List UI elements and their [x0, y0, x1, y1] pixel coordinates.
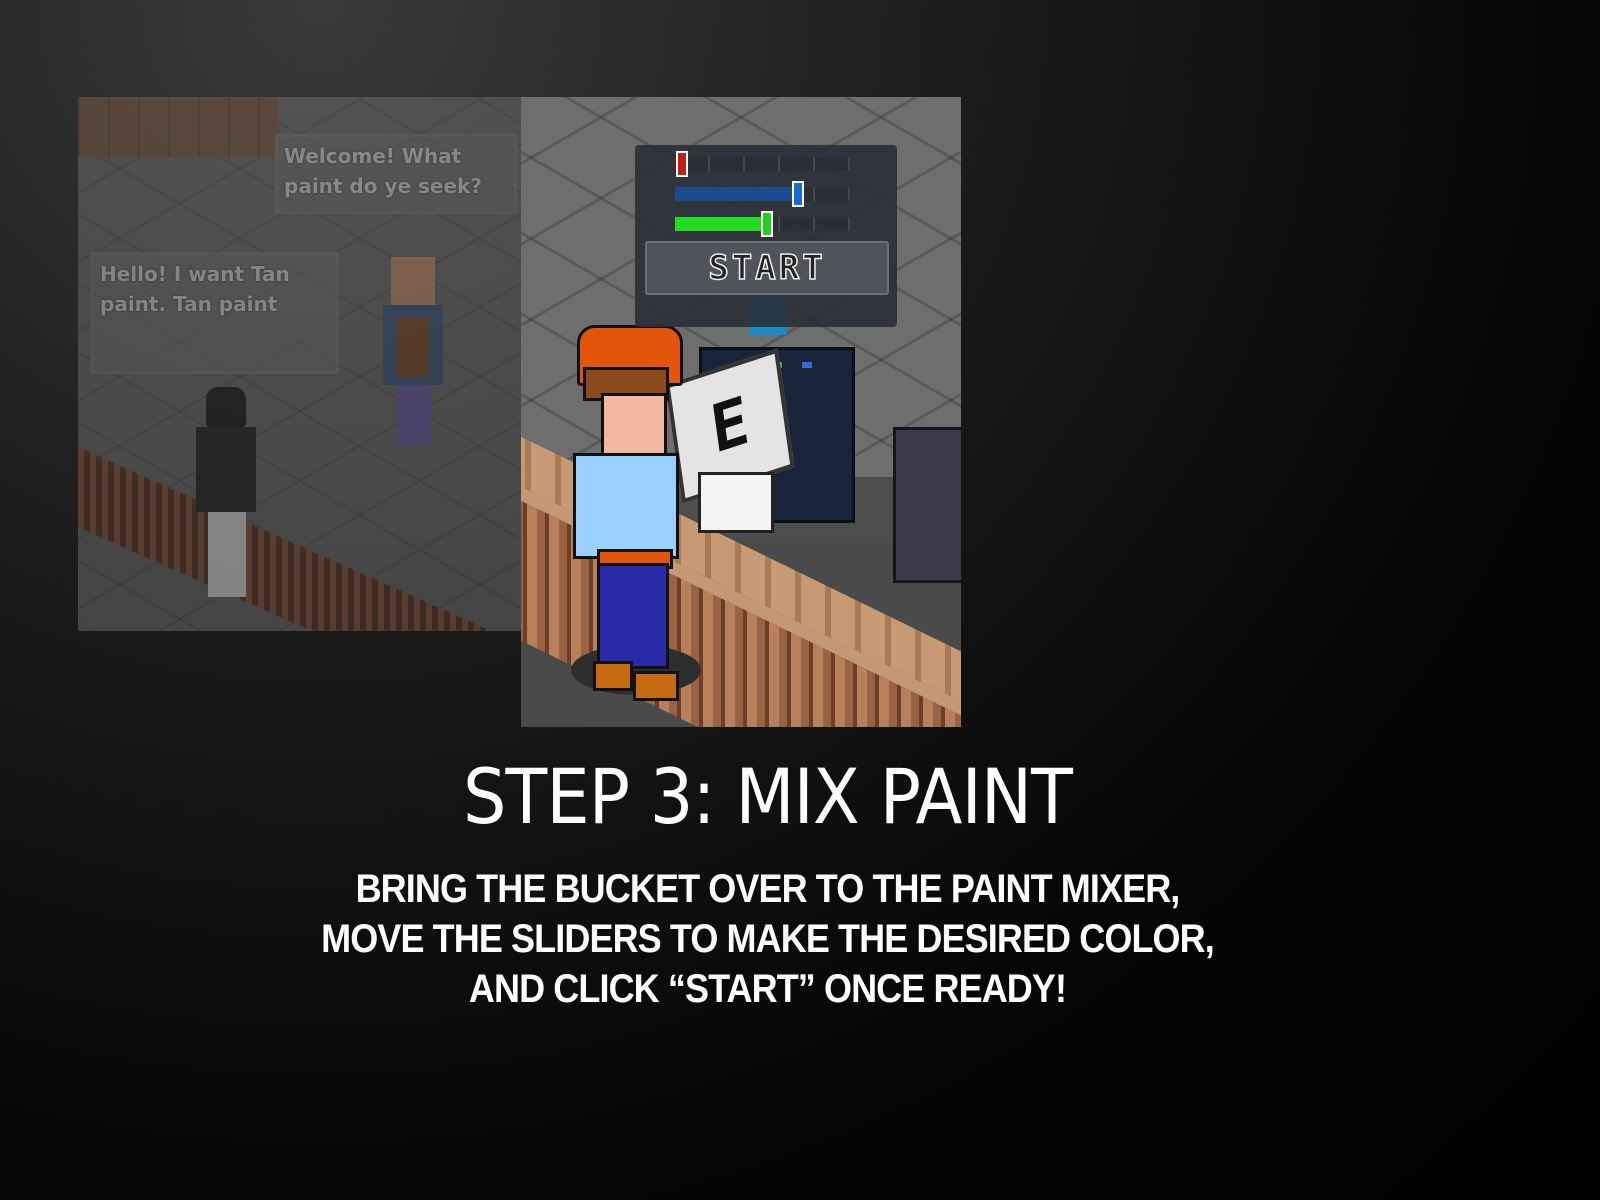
shopkeeper-character [383, 257, 443, 447]
instruction-line: BRING THE BUCKET OVER TO THE PAINT MIXER… [355, 867, 1181, 911]
instruction-line: MOVE THE SLIDERS TO MAKE THE DESIRED COL… [321, 917, 1215, 961]
red-slider-handle[interactable] [676, 151, 688, 177]
red-slider[interactable] [675, 151, 851, 177]
background-scene-screenshot: Welcome! What paint do ye seek? Hello! I… [78, 97, 521, 631]
paint-bucket[interactable] [698, 472, 774, 533]
blue-slider-handle[interactable] [792, 181, 804, 207]
step-title: STEP 3: MIX PAINT [463, 752, 1073, 841]
instructions: BRING THE BUCKET OVER TO THE PAINT MIXER… [0, 864, 1535, 1014]
paint-mixer-scene: E START [521, 97, 961, 727]
green-slider[interactable] [675, 211, 851, 237]
instruction-line: AND CLICK “START” ONCE READY! [468, 967, 1067, 1011]
blue-slider[interactable] [675, 181, 851, 207]
player-character [561, 325, 701, 705]
customer-character [196, 387, 256, 602]
mixer-control-panel: START [635, 145, 897, 327]
green-slider-handle[interactable] [761, 211, 773, 237]
blue-indicator-light [802, 362, 812, 368]
shop-wall [78, 97, 278, 157]
start-button[interactable]: START [645, 241, 889, 295]
npc-speech-bubble: Welcome! What paint do ye seek? [275, 134, 517, 214]
second-mixer-machine [893, 427, 961, 583]
player-speech-bubble: Hello! I want Tan paint. Tan paint [91, 252, 339, 374]
